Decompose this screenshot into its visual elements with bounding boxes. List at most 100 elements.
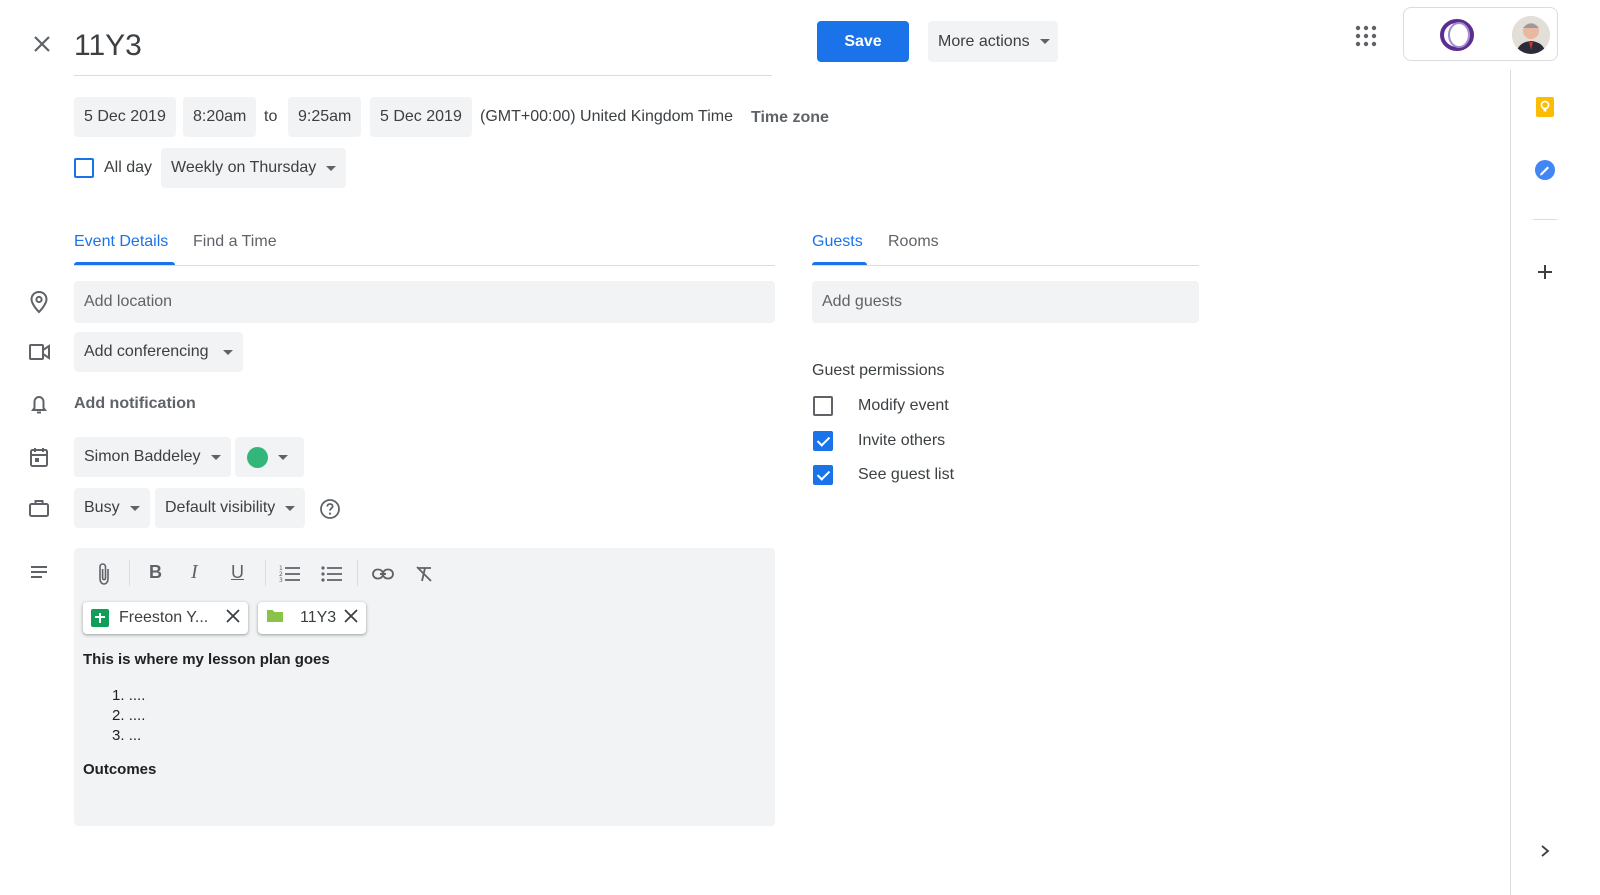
chevron-down-icon (210, 454, 221, 460)
start-date: 5 Dec 2019 (84, 108, 166, 125)
toolbar-separator (357, 560, 358, 586)
see-guest-list-checkbox[interactable] (813, 465, 833, 485)
location-placeholder: Add location (84, 293, 173, 310)
tab-label: Find a Time (193, 233, 277, 250)
description-list: 1. .... 2. .... 3. ... (112, 686, 145, 746)
link-icon[interactable] (372, 566, 394, 587)
tab-find-a-time[interactable]: Find a Time (193, 222, 277, 262)
guests-placeholder: Add guests (822, 293, 903, 310)
recurrence-dropdown[interactable]: Weekly on Thursday (161, 148, 347, 188)
attach-icon[interactable] (94, 562, 114, 591)
folder-icon (266, 608, 284, 628)
start-time-field[interactable]: 8:20am (183, 97, 257, 137)
modify-event-checkbox[interactable] (813, 396, 833, 416)
end-date-field[interactable]: 5 Dec 2019 (370, 97, 472, 137)
add-notification-link[interactable]: Add notification (74, 395, 196, 413)
all-day-label: All day (104, 159, 153, 176)
bold-icon[interactable]: B (149, 562, 162, 583)
close-icon[interactable] (28, 30, 56, 58)
invite-others-label: Invite others (858, 432, 946, 449)
tab-label: Rooms (888, 233, 939, 250)
list-item-text: .... (128, 707, 146, 724)
more-actions-label: More actions (938, 32, 1030, 50)
tab-rooms[interactable]: Rooms (888, 222, 939, 262)
list-item-text: ... (128, 727, 142, 744)
attachment-chip[interactable]: 11Y3 (258, 602, 366, 634)
tab-event-details[interactable]: Event Details (74, 222, 168, 262)
tabs-divider (74, 265, 775, 266)
availability-label: Busy (84, 499, 120, 516)
clear-formatting-icon[interactable] (414, 564, 434, 589)
event-title: 11Y3 (74, 29, 142, 62)
numbered-list-icon[interactable]: 123 (279, 564, 301, 589)
guests-input[interactable]: Add guests (812, 281, 1199, 323)
bulleted-list-icon[interactable] (321, 564, 343, 589)
chevron-down-icon (278, 454, 288, 460)
remove-attachment-icon[interactable] (344, 608, 358, 628)
toolbar-separator (129, 560, 130, 586)
save-button[interactable]: Save (817, 21, 909, 62)
tab-label: Guests (812, 233, 863, 250)
toolbar-separator (265, 560, 266, 586)
tab-guests[interactable]: Guests (812, 222, 863, 262)
bell-icon (22, 392, 56, 421)
description-editor[interactable]: B I U 123 Freeston Y... 11Y3 This is whe… (74, 548, 775, 826)
add-addon-icon[interactable] (1537, 264, 1553, 285)
end-time: 9:25am (298, 108, 352, 125)
save-label: Save (844, 32, 882, 50)
org-logo (1438, 18, 1476, 52)
avatar[interactable] (1512, 16, 1550, 54)
tabs-divider (812, 265, 1199, 266)
event-color-dropdown[interactable] (235, 437, 304, 477)
description-heading: This is where my lesson plan goes (83, 651, 330, 668)
underline-icon[interactable]: U (231, 562, 244, 583)
timezone-text: (GMT+00:00) United Kingdom Time (480, 108, 733, 125)
chevron-down-icon (326, 165, 337, 171)
sheets-icon (91, 609, 109, 627)
end-time-field[interactable]: 9:25am (288, 97, 362, 137)
color-dot-icon (247, 446, 268, 468)
tasks-icon[interactable] (1534, 159, 1556, 186)
description-icon (22, 563, 56, 588)
list-item: 1. .... (112, 687, 146, 704)
more-actions-button[interactable]: More actions (928, 21, 1058, 62)
apps-grid-icon[interactable] (1354, 24, 1378, 48)
recurrence-label: Weekly on Thursday (171, 159, 317, 176)
all-day-checkbox[interactable] (74, 158, 94, 178)
location-pin-icon (22, 290, 56, 319)
video-camera-icon (22, 341, 56, 368)
to-label: to (264, 108, 278, 125)
see-guest-list-label: See guest list (858, 466, 955, 483)
svg-text:3: 3 (279, 577, 283, 584)
chevron-down-icon (129, 505, 140, 511)
list-item: 3. ... (112, 727, 142, 744)
description-outcomes: Outcomes (83, 761, 157, 778)
modify-event-label: Modify event (858, 397, 949, 414)
availability-dropdown[interactable]: Busy (74, 488, 150, 528)
remove-attachment-icon[interactable] (226, 608, 240, 628)
start-time: 8:20am (193, 108, 247, 125)
start-date-field[interactable]: 5 Dec 2019 (74, 97, 176, 137)
list-item: 2. .... (112, 707, 146, 724)
side-panel (1510, 70, 1600, 895)
end-date: 5 Dec 2019 (380, 108, 462, 125)
attachment-chip[interactable]: Freeston Y... (83, 602, 248, 634)
timezone-link[interactable]: Time zone (751, 109, 829, 127)
invite-others-checkbox[interactable] (813, 431, 833, 451)
italic-icon[interactable]: I (191, 561, 198, 584)
calendar-owner-dropdown[interactable]: Simon Baddeley (74, 437, 231, 477)
calendar-owner-label: Simon Baddeley (84, 448, 201, 465)
attachment-name: 11Y3 (300, 609, 337, 626)
help-icon[interactable] (319, 498, 341, 520)
conferencing-label: Add conferencing (84, 343, 209, 360)
visibility-dropdown[interactable]: Default visibility (155, 488, 306, 528)
visibility-label: Default visibility (165, 499, 276, 516)
side-panel-divider (1533, 219, 1557, 220)
chevron-right-icon[interactable] (1539, 844, 1551, 863)
add-conferencing-dropdown[interactable]: Add conferencing (74, 332, 243, 372)
location-input[interactable]: Add location (74, 281, 775, 323)
keep-icon[interactable] (1535, 96, 1555, 123)
guest-permissions-title: Guest permissions (812, 362, 945, 379)
event-title-input[interactable]: 11Y3 (74, 24, 772, 76)
account-box[interactable] (1403, 7, 1558, 61)
